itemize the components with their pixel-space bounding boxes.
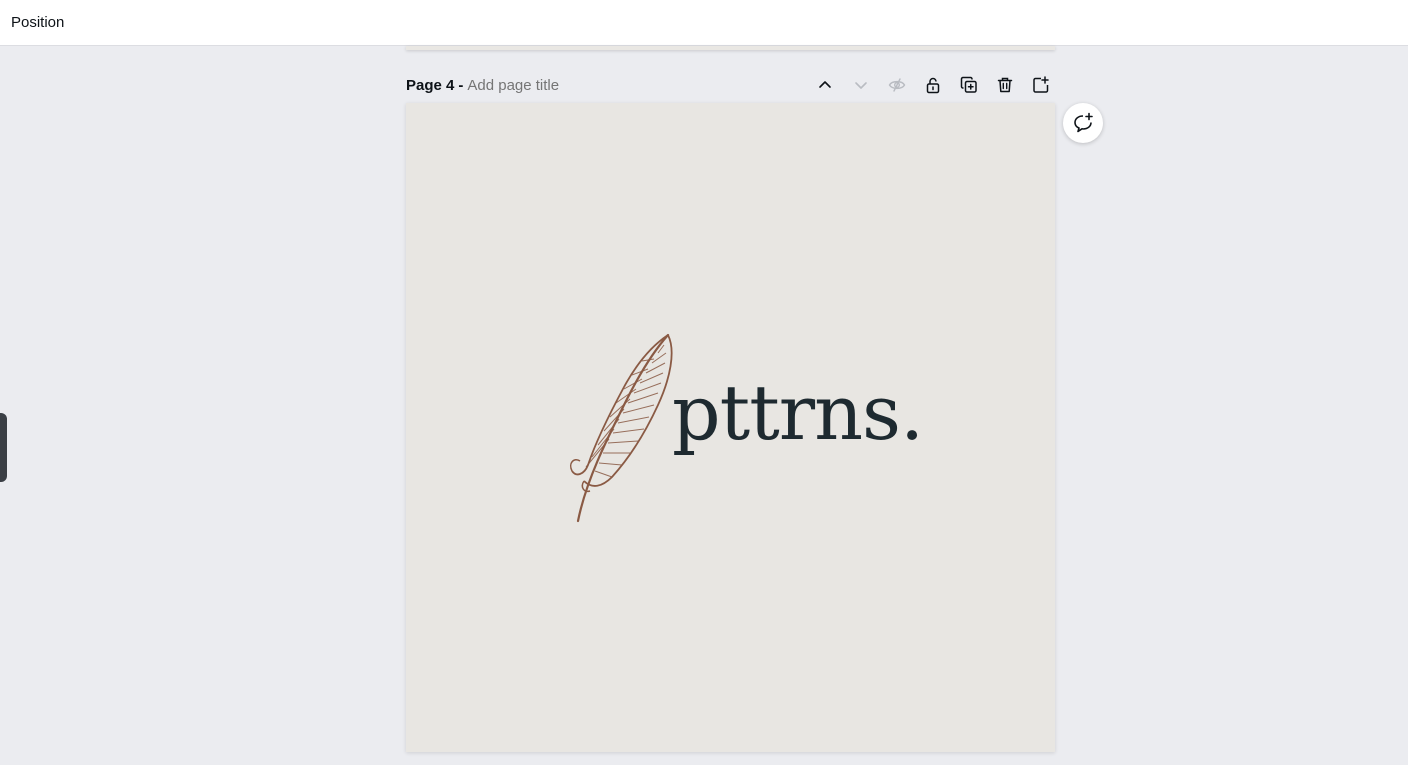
hide-page-button[interactable] [879,72,915,98]
add-comment-button[interactable] [1063,103,1103,143]
top-toolbar: Position [0,0,1408,46]
chevron-down-icon [855,82,867,89]
eye-off-icon [888,78,906,92]
move-page-down-button[interactable] [843,72,879,98]
feather-icon[interactable] [566,331,676,523]
design-page-canvas[interactable]: pttrns. [406,103,1055,752]
duplicate-icon [960,76,977,93]
side-panel-handle[interactable] [0,413,7,482]
trash-icon [997,77,1013,93]
lock-page-button[interactable] [915,72,951,98]
logo-wordmark[interactable]: pttrns. [672,375,924,451]
page-title-separator: - [458,76,464,94]
page-number: Page 4 [406,76,455,94]
delete-page-button[interactable] [987,72,1023,98]
move-page-up-button[interactable] [807,72,843,98]
add-page-icon [1033,76,1049,93]
lock-icon [926,77,940,94]
page-actions-toolbar [807,72,1059,98]
add-comment-icon [1074,112,1093,133]
position-tab[interactable]: Position [11,14,64,31]
page-title-input[interactable] [467,76,628,94]
chevron-up-icon [819,81,831,88]
page-number-label: Page 4- [406,77,467,94]
previous-page-edge [406,46,1055,50]
duplicate-page-button[interactable] [951,72,987,98]
add-page-button[interactable] [1023,72,1059,98]
